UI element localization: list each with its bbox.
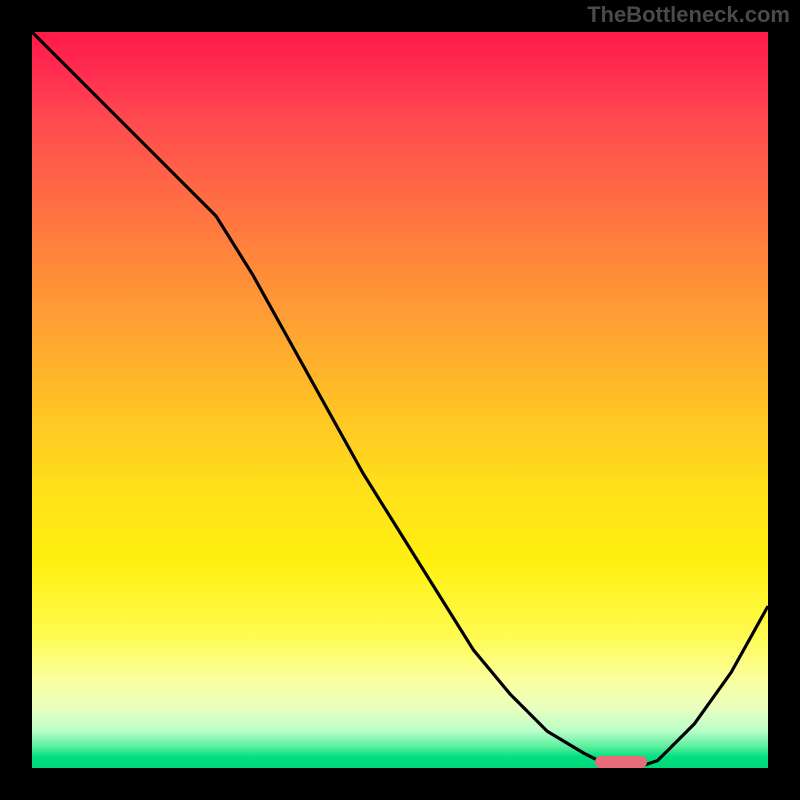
plot-area xyxy=(32,32,768,768)
minimum-marker xyxy=(595,756,647,768)
bottleneck-curve xyxy=(32,32,768,768)
watermark-text: TheBottleneck.com xyxy=(587,2,790,28)
chart-container: TheBottleneck.com xyxy=(0,0,800,800)
